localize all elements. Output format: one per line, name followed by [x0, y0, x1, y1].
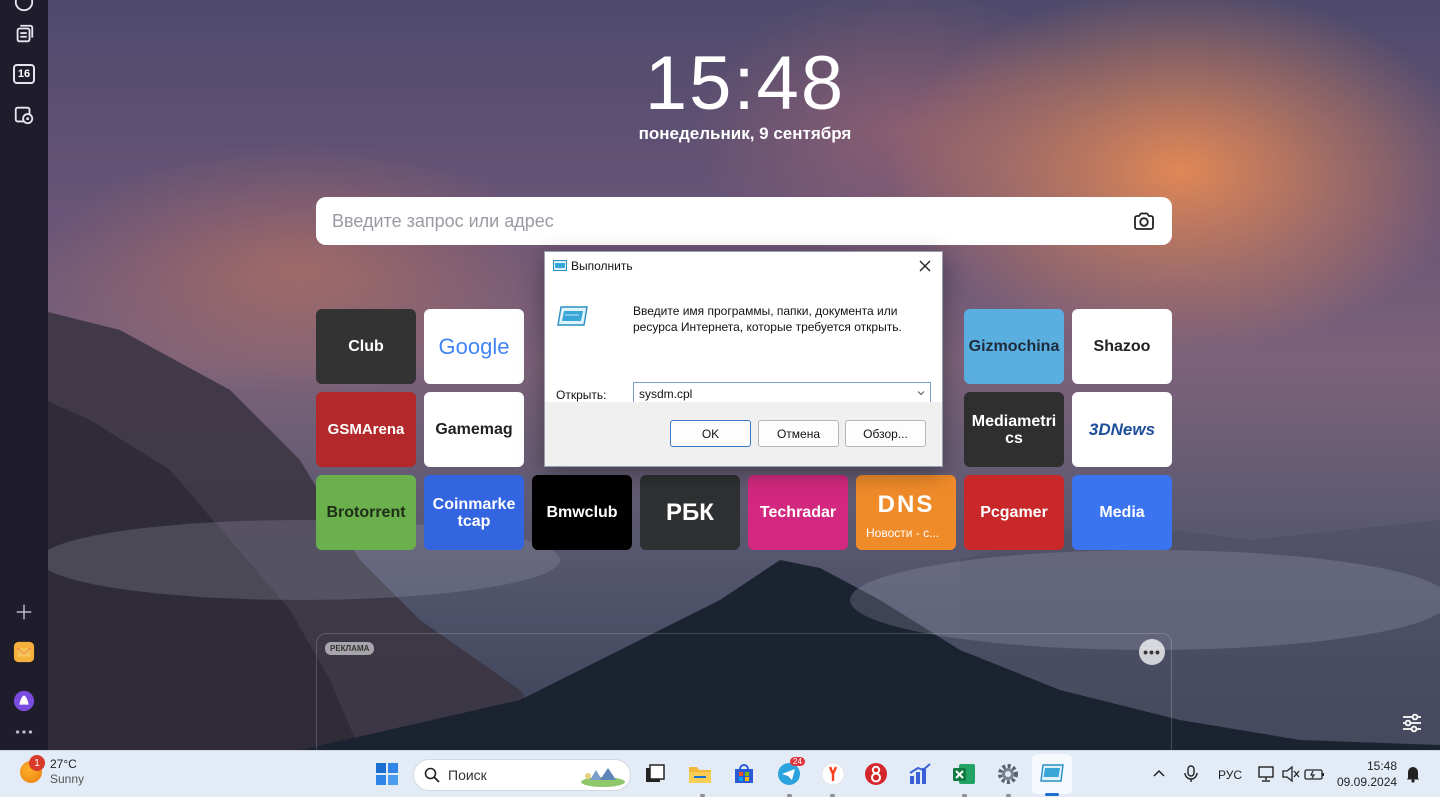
dialog-footer: OK Отмена Обзор...: [545, 402, 942, 466]
speed-dial-tile[interactable]: DNS Новости - с...: [856, 475, 956, 550]
tile-label: GSMArena: [327, 421, 405, 438]
weather-sun-icon: 1: [20, 755, 45, 783]
weather-widget[interactable]: 1 27°C Sunny: [20, 755, 85, 787]
more-icon[interactable]: [12, 720, 36, 744]
tile-label: DNS: [877, 491, 935, 518]
volume-muted-icon[interactable]: [1278, 761, 1304, 787]
speed-dial-tile[interactable]: Coinmarketcap: [424, 475, 524, 550]
collections-icon[interactable]: [12, 22, 36, 46]
tile-label: Brotorrent: [326, 504, 406, 521]
run-app-icon: [553, 260, 567, 271]
ad-badge: РЕКЛАМА: [325, 642, 375, 655]
browser-sidebar: 16: [0, 0, 48, 750]
search-bar: [316, 197, 1172, 245]
run-taskbar-icon[interactable]: [1039, 761, 1065, 787]
weather-condition: Sunny: [50, 772, 85, 786]
screenshot-icon[interactable]: [12, 103, 36, 127]
search-highlight-icon: [581, 768, 625, 787]
add-icon[interactable]: [12, 600, 36, 624]
tile-label: Club: [348, 338, 384, 355]
search-icon: [424, 767, 440, 783]
alice-icon[interactable]: [12, 689, 36, 713]
speed-dial-tile[interactable]: Mediametrics: [964, 392, 1064, 467]
notifications-icon[interactable]: [1400, 761, 1426, 787]
speed-dial-tile[interactable]: Club: [316, 309, 416, 384]
speed-dial-tile[interactable]: РБК: [640, 475, 740, 550]
weather-temp: 27°C: [50, 757, 77, 771]
camera-search-icon[interactable]: [1132, 209, 1156, 233]
weather-badge: 1: [29, 755, 45, 771]
close-icon[interactable]: [916, 257, 934, 275]
tile-sublabel: Новости - с...: [866, 526, 940, 540]
battery-icon[interactable]: [1302, 761, 1328, 787]
store-icon[interactable]: [731, 761, 757, 787]
dialog-title: Выполнить: [571, 259, 633, 273]
clock: 15:48: [644, 41, 846, 126]
profile-icon[interactable]: [12, 0, 36, 14]
open-label: Открыть:: [556, 388, 607, 402]
tabs-count-icon[interactable]: 16: [12, 62, 36, 86]
ok-button[interactable]: OK: [670, 420, 751, 447]
clock-time[interactable]: 15:48: [1367, 759, 1397, 773]
task-view-icon[interactable]: [642, 761, 668, 787]
taskbar-search[interactable]: Поиск: [413, 759, 631, 791]
tile-label: Gizmochina: [968, 338, 1060, 355]
microphone-icon[interactable]: [1178, 761, 1204, 787]
taskbar-search-label: Поиск: [448, 767, 487, 783]
run-dialog: Выполнить Введите имя программы, папки, …: [544, 251, 943, 467]
stats-app-icon[interactable]: [907, 761, 933, 787]
speed-dial-tile[interactable]: Gamemag: [424, 392, 524, 467]
settings-icon[interactable]: [995, 761, 1021, 787]
yandex-browser-icon[interactable]: [820, 761, 846, 787]
chevron-down-icon[interactable]: [916, 388, 926, 398]
ad-options-button[interactable]: •••: [1139, 639, 1165, 665]
tile-label: Gamemag: [435, 421, 513, 438]
speed-dial-tile[interactable]: Techradar: [748, 475, 848, 550]
start-icon[interactable]: [374, 761, 400, 787]
speed-dial-tile[interactable]: Pcgamer: [964, 475, 1064, 550]
app-8-icon[interactable]: [863, 761, 889, 787]
tile-label: Mediametrics: [971, 412, 1057, 447]
speed-dial-tile[interactable]: Bmwclub: [532, 475, 632, 550]
cancel-button[interactable]: Отмена: [758, 420, 839, 447]
chevron-up-icon[interactable]: [1146, 761, 1172, 787]
customize-icon[interactable]: [1400, 711, 1424, 735]
clock-date[interactable]: 09.09.2024: [1337, 775, 1397, 789]
speed-dial-tile[interactable]: Brotorrent: [316, 475, 416, 550]
date-label: понедельник, 9 сентября: [638, 124, 852, 143]
telegram-badge: 24: [790, 757, 805, 766]
speed-dial-tile[interactable]: Gizmochina: [964, 309, 1064, 384]
speed-dial-tile[interactable]: GSMArena: [316, 392, 416, 467]
tile-label: 3DNews: [1088, 420, 1156, 439]
file-explorer-icon[interactable]: [687, 761, 713, 787]
speed-dial-tile[interactable]: Shazoo: [1072, 309, 1172, 384]
dialog-description: Введите имя программы, папки, документа …: [633, 304, 902, 334]
ad-block: РЕКЛАМА •••: [316, 633, 1172, 753]
run-icon: [557, 306, 588, 326]
tile-label: Techradar: [759, 504, 837, 521]
mail-icon[interactable]: [12, 640, 36, 664]
telegram-icon[interactable]: 24: [776, 757, 805, 787]
browse-button[interactable]: Обзор...: [845, 420, 926, 447]
dialog-titlebar[interactable]: Выполнить: [545, 252, 942, 280]
open-input-value: sysdm.cpl: [639, 387, 693, 401]
speed-dial-tile[interactable]: Media: [1072, 475, 1172, 550]
excel-icon[interactable]: [951, 761, 977, 787]
network-icon[interactable]: [1254, 761, 1280, 787]
tile-label: Bmwclub: [546, 504, 618, 521]
taskbar: 1 27°C Sunny Поиск 24 РУС 15:48 09.09.20…: [0, 750, 1440, 797]
search-input[interactable]: [332, 210, 1132, 232]
tile-label: Coinmarketcap: [432, 495, 516, 530]
language-indicator[interactable]: РУС: [1218, 768, 1242, 782]
active-indicator: [1045, 793, 1059, 796]
tile-label: Media: [1099, 504, 1145, 521]
tabs-count: 16: [13, 64, 35, 84]
tile-label: Shazoo: [1093, 338, 1151, 355]
tile-label: Pcgamer: [980, 504, 1048, 521]
tile-label: РБК: [666, 499, 714, 526]
tile-label: Google: [438, 334, 510, 359]
speed-dial-tile[interactable]: 3DNews: [1072, 392, 1172, 467]
speed-dial-tile[interactable]: Google: [424, 309, 524, 384]
